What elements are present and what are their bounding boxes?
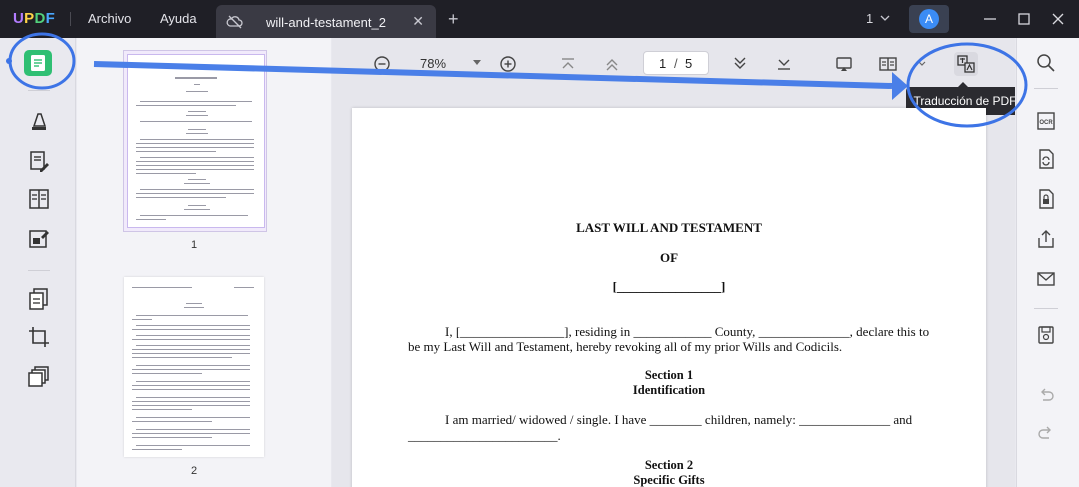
previous-page-icon[interactable] [602, 54, 622, 74]
organize-pages-icon[interactable] [26, 186, 52, 212]
rail-divider [1034, 308, 1058, 309]
menu-archivo[interactable]: Archivo [88, 11, 131, 26]
doc-paragraph-1-line-1: I, [________________], residing in _____… [445, 324, 930, 339]
convert-icon[interactable] [1035, 148, 1057, 170]
account-button[interactable]: A [909, 5, 949, 33]
menu-ayuda[interactable]: Ayuda [160, 11, 197, 26]
doc-section-1-title: Section 1 [644, 368, 694, 382]
view-toolbar: 78% 1 / 5 [332, 38, 1015, 88]
doc-section-2-subtitle: Specific Gifts [633, 473, 705, 487]
tab-title: will-and-testament_2 [266, 15, 386, 30]
doc-name-blank: [________________] [612, 279, 726, 294]
avatar: A [919, 9, 939, 29]
search-icon[interactable] [1035, 52, 1057, 74]
layers-icon[interactable] [26, 364, 52, 390]
share-icon[interactable] [1035, 228, 1057, 250]
document-viewer[interactable]: 78% 1 / 5 Traducción de PDF LAST WILL AN… [332, 38, 1015, 487]
chevron-down-icon[interactable] [918, 60, 926, 68]
doc-of: OF [659, 250, 679, 265]
highlighter-icon[interactable] [26, 108, 52, 134]
page-separator: / [674, 56, 678, 71]
pdf-page[interactable]: LAST WILL AND TESTAMENT OF [____________… [352, 108, 986, 487]
thumbnail-label-1: 1 [191, 239, 198, 251]
right-tool-rail: OCR [1016, 38, 1079, 487]
protect-icon[interactable] [1035, 188, 1057, 210]
thumbnail-panel: 1 2 [77, 38, 331, 487]
redo-icon[interactable] [1035, 422, 1057, 444]
document-tab[interactable]: will-and-testament_2 ✕ [216, 5, 436, 38]
logo-letter-d: D [34, 10, 46, 27]
new-tab-button[interactable]: + [448, 9, 459, 30]
rail-divider [28, 90, 50, 91]
logo-letter-u: U [13, 10, 25, 27]
doc-paragraph-1-line-2: be my Last Will and Testament, hereby re… [408, 339, 843, 354]
title-bar: UPDF Archivo Ayuda will-and-testament_2 … [0, 0, 1079, 38]
pdf-translate-button[interactable] [954, 52, 978, 76]
doc-paragraph-2-line-1: I am married/ widowed / single. I have _… [445, 412, 913, 427]
presentation-icon[interactable] [834, 54, 854, 74]
crop-icon[interactable] [26, 324, 52, 350]
reader-mode-button[interactable] [24, 50, 52, 76]
doc-section-1-subtitle: Identification [632, 383, 706, 397]
logo-letter-p: P [24, 10, 35, 27]
page-current: 1 [659, 56, 667, 71]
rail-divider [1034, 88, 1058, 89]
first-page-icon[interactable] [558, 54, 578, 74]
thumbnail-page-1[interactable] [123, 50, 267, 232]
next-page-icon[interactable] [730, 54, 750, 74]
reader-icon [31, 55, 45, 71]
rail-divider [28, 270, 50, 271]
zoom-level[interactable]: 78% [420, 56, 446, 71]
doc-title: LAST WILL AND TESTAMENT [576, 220, 762, 235]
tab-close-icon[interactable]: ✕ [412, 13, 424, 30]
doc-paragraph-2-line-2: _______________________. [408, 428, 561, 443]
thumbnail-page-2[interactable] [124, 277, 264, 457]
thumbnail-page-1-image [127, 54, 265, 228]
minimize-icon[interactable] [980, 9, 1000, 29]
maximize-icon[interactable] [1014, 9, 1034, 29]
left-tool-rail [0, 38, 76, 487]
ocr-icon[interactable]: OCR [1035, 110, 1057, 132]
zoom-out-icon[interactable] [372, 54, 392, 74]
edit-text-icon[interactable] [26, 148, 52, 174]
zoom-dropdown-icon[interactable] [473, 60, 481, 65]
form-edit-icon[interactable] [26, 226, 52, 252]
zoom-in-icon[interactable] [498, 54, 518, 74]
updf-logo: UPDF [13, 10, 55, 27]
translate-icon [957, 55, 975, 73]
close-window-icon[interactable] [1048, 9, 1068, 29]
chevron-down-icon[interactable] [880, 13, 890, 23]
page-number-input[interactable]: 1 / 5 [643, 51, 709, 75]
logo-letter-f: F [45, 10, 56, 27]
svg-text:OCR: OCR [1039, 120, 1053, 126]
cloud-off-icon [226, 15, 243, 29]
last-page-icon[interactable] [774, 54, 794, 74]
undo-icon[interactable] [1035, 384, 1057, 406]
thumbnail-label-2: 2 [191, 465, 198, 477]
save-icon[interactable] [1035, 324, 1057, 346]
page-total: 5 [685, 56, 693, 71]
reading-mode-icon[interactable] [878, 54, 898, 74]
convert-pages-icon[interactable] [26, 286, 52, 312]
title-divider [70, 12, 71, 26]
email-icon[interactable] [1035, 268, 1057, 290]
window-count[interactable]: 1 [866, 11, 873, 26]
doc-section-2-title: Section 2 [644, 458, 694, 472]
